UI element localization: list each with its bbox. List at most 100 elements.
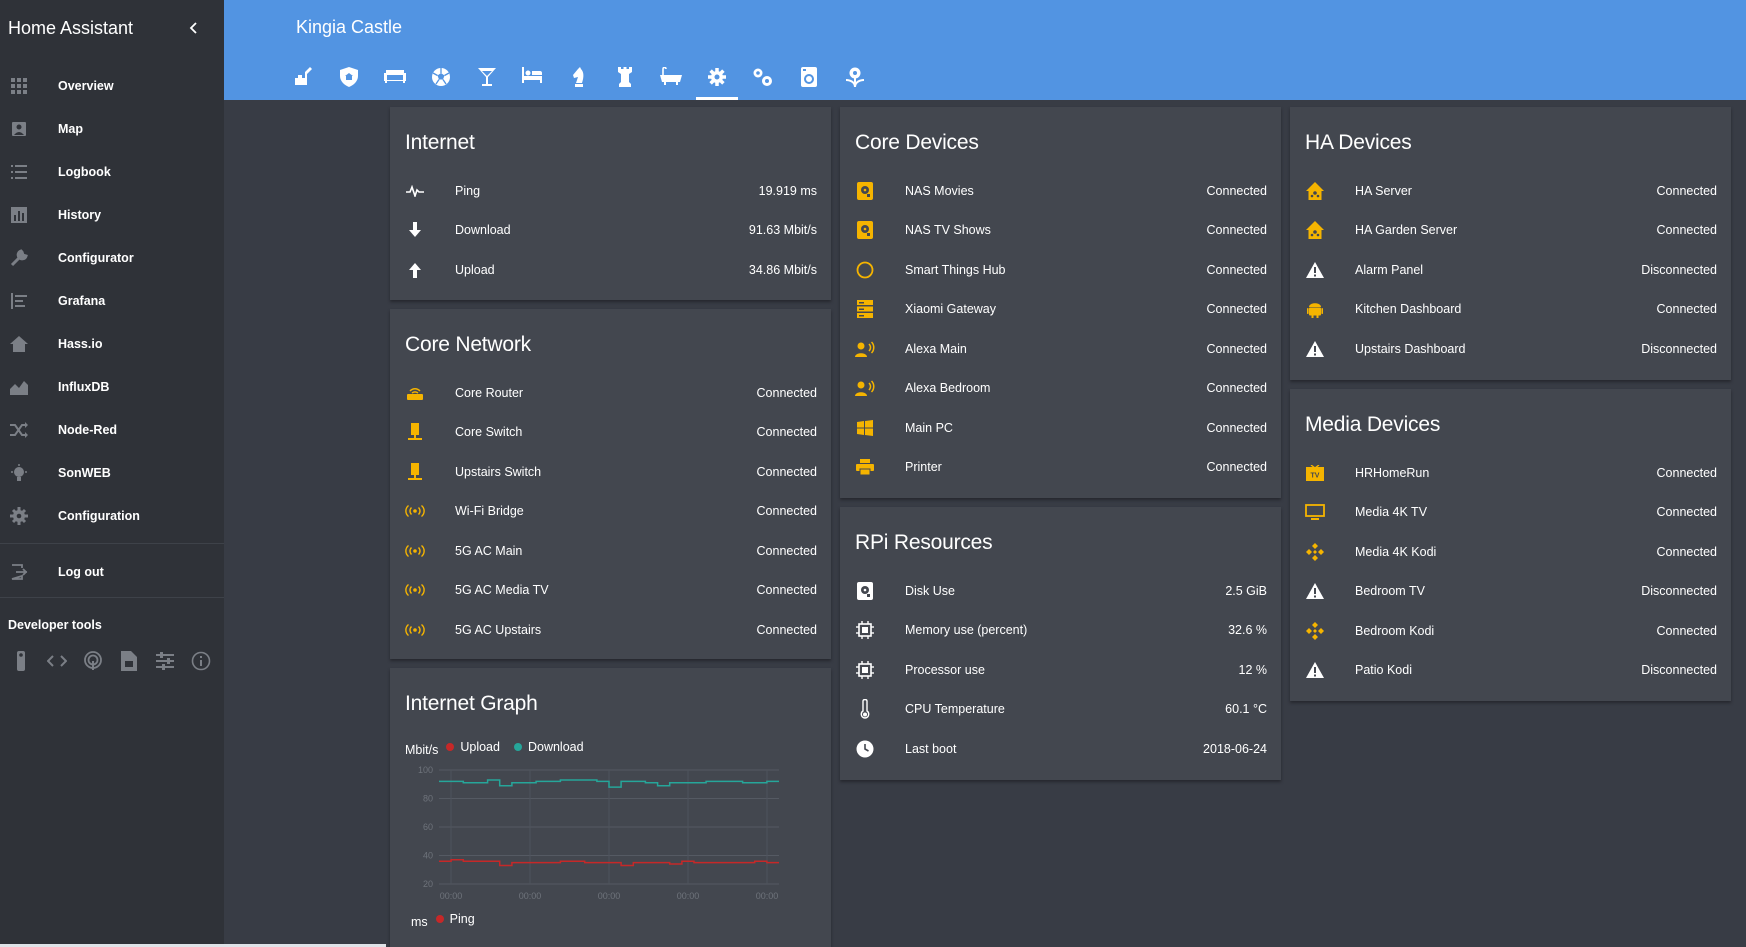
entity-row[interactable]: Ping 19.919 ms [390,171,831,211]
legend-download[interactable]: Download [513,740,584,754]
podcast-icon[interactable] [82,650,104,672]
entity-state: Connected [1656,223,1717,238]
harddisk-icon [855,220,875,240]
entity-row[interactable]: Alarm Panel Disconnected [1290,250,1731,290]
entity-row[interactable]: HA Server Connected [1290,171,1731,211]
sidebar-item-configurator[interactable]: Configurator [0,236,224,279]
tab-bedroom[interactable] [510,57,556,100]
entity-row[interactable]: Patio Kodi Disconnected [1290,651,1731,691]
card-title: Core Network [405,333,531,356]
entity-row[interactable]: Media 4K Kodi Connected [1290,532,1731,572]
tab-garden[interactable] [832,57,878,100]
file-icon[interactable] [118,650,140,672]
card-title: Core Devices [855,131,979,154]
legend-ping[interactable]: Ping [435,912,475,926]
sidebar-item-grafana[interactable]: Grafana [0,279,224,322]
sidebar-item-label: Node-Red [58,422,118,437]
entity-row[interactable]: Download 91.63 Mbit/s [390,211,831,251]
tab-castle[interactable] [602,57,648,100]
entity-row[interactable]: Upstairs Dashboard Disconnected [1290,329,1731,369]
shield-home-icon [340,67,358,87]
tab-laundry[interactable] [786,57,832,100]
sidebar-item-configuration[interactable]: Configuration [0,494,224,537]
sidebar-item-hassio[interactable]: Hass.io [0,322,224,365]
entity-row[interactable]: Xiaomi Gateway Connected [840,290,1281,330]
entity-row[interactable]: Processor use 12 % [840,650,1281,690]
tab-bathroom[interactable] [648,57,694,100]
sidebar-item-label: InfluxDB [58,379,110,394]
entity-row[interactable]: Upload 34.86 Mbit/s [390,250,831,290]
sidebar-item-logout[interactable]: Log out [0,550,224,593]
entity-row[interactable]: Bedroom Kodi Connected [1290,611,1731,651]
entity-state: Connected [756,622,817,637]
chip-icon [855,660,875,680]
entity-row[interactable]: NAS Movies Connected [840,171,1281,211]
entity-row[interactable]: CPU Temperature 60.1 °C [840,690,1281,730]
code-icon[interactable] [46,650,68,672]
entity-state: Connected [1206,223,1267,238]
sidebar-item-sonweb[interactable]: SonWEB [0,451,224,494]
entity-name: Alarm Panel [1355,262,1424,277]
legend-upload[interactable]: Upload [446,740,500,754]
collapse-sidebar-button[interactable] [182,16,206,40]
sidebar-item-label: SonWEB [58,465,111,480]
entity-name: Media 4K Kodi [1355,544,1437,559]
entity-row[interactable]: Upstairs Switch Connected [390,452,831,492]
entity-name: CPU Temperature [905,702,1005,717]
entity-row[interactable]: Core Router Connected [390,373,831,413]
chevron-left-icon [189,22,197,34]
entity-state: Disconnected [1641,584,1717,599]
entity-row[interactable]: 5G AC Media TV Connected [390,571,831,611]
rpi-resources-card: RPi Resources Disk Use 2.5 GiB Memory us… [840,507,1281,780]
entity-state: Connected [1656,465,1717,480]
wrench-icon [8,247,30,269]
entity-name: 5G AC Main [455,543,523,558]
entity-row[interactable]: Memory use (percent) 32.6 % [840,611,1281,651]
entity-row[interactable]: Main PC Connected [840,408,1281,448]
entity-row[interactable]: HA Garden Server Connected [1290,211,1731,251]
entity-row[interactable]: Alexa Main Connected [840,329,1281,369]
tab-automation[interactable] [740,57,786,100]
entity-row[interactable]: Core Switch Connected [390,413,831,453]
entity-row[interactable]: Smart Things Hub Connected [840,250,1281,290]
sidebar-item-influxdb[interactable]: InfluxDB [0,365,224,408]
tune-icon[interactable] [154,650,176,672]
entity-row[interactable]: NAS TV Shows Connected [840,211,1281,251]
entity-row[interactable]: Wi-Fi Bridge Connected [390,492,831,532]
core-devices-card: Core Devices NAS Movies Connected NAS TV… [840,107,1281,498]
entity-state: Connected [1206,341,1267,356]
tab-bar[interactable] [464,57,510,100]
entity-name: Wi-Fi Bridge [455,504,524,519]
entity-row[interactable]: Printer Connected [840,448,1281,488]
entity-row[interactable]: Alexa Bedroom Connected [840,369,1281,409]
entity-row[interactable]: 5G AC Upstairs Connected [390,610,831,650]
sidebar-item-history[interactable]: History [0,193,224,236]
tab-kids[interactable] [556,57,602,100]
entity-row[interactable]: Media 4K TV Connected [1290,493,1731,533]
entity-row[interactable]: Last boot 2018-06-24 [840,729,1281,769]
entity-name: HRHomeRun [1355,465,1430,480]
tab-security[interactable] [326,57,372,100]
sidebar-item-logbook[interactable]: Logbook [0,150,224,193]
entity-state: 12 % [1238,662,1268,677]
tv-box-icon: TV [1305,463,1325,483]
tab-lounge[interactable] [372,57,418,100]
core-network-card: Core Network Core Router Connected Core … [390,309,831,659]
entity-row[interactable]: Bedroom TV Disconnected [1290,572,1731,612]
tab-settings[interactable] [694,57,740,100]
entity-row[interactable]: Disk Use 2.5 GiB [840,571,1281,611]
entity-row[interactable]: Kitchen Dashboard Connected [1290,290,1731,330]
sidebar-item-node-red[interactable]: Node-Red [0,408,224,451]
entity-row[interactable]: 5G AC Main Connected [390,531,831,571]
sidebar-item-map[interactable]: Map [0,107,224,150]
alert-icon [1305,339,1325,359]
tab-games[interactable] [418,57,464,100]
remote-icon[interactable] [10,650,32,672]
alert-icon [1305,260,1325,280]
entity-name: Kitchen Dashboard [1355,302,1462,317]
entity-row[interactable]: TV HRHomeRun Connected [1290,453,1731,493]
sidebar-item-overview[interactable]: Overview [0,64,224,107]
tab-crane[interactable] [280,57,326,100]
internet-line-chart: 100 80 60 40 20 00:00 00:00 00:00 00:00 00:00 [418,765,779,901]
info-icon[interactable] [190,650,212,672]
